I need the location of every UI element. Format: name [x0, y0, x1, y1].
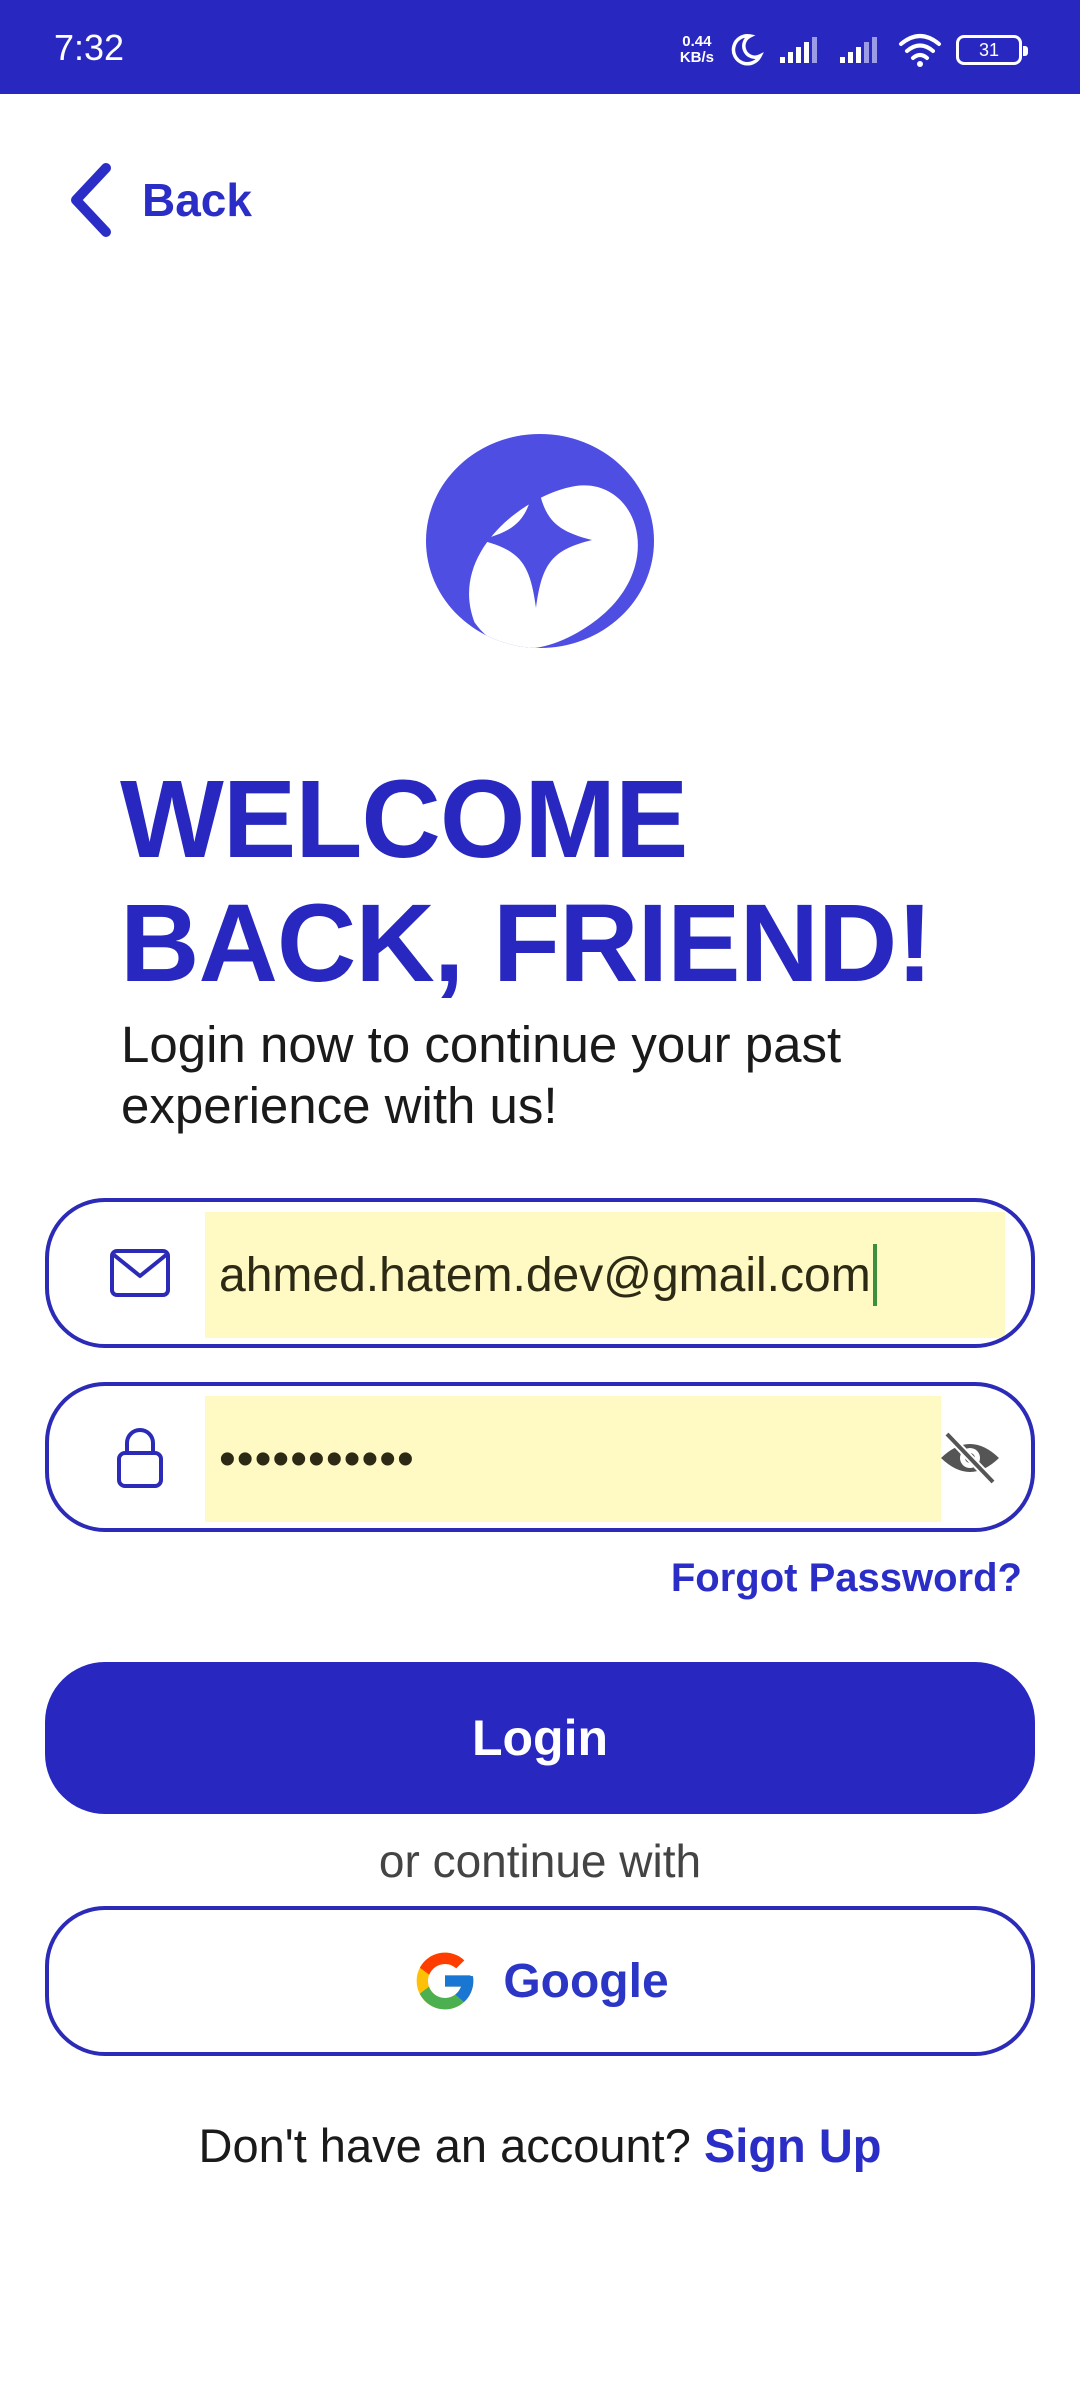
wifi-icon: [899, 34, 941, 67]
password-input[interactable]: •••••••••••: [205, 1396, 941, 1522]
battery-level: 31: [978, 39, 1000, 60]
status-bar: 7:32 0.44 KB/s 31: [0, 0, 1080, 94]
moon-icon: [731, 34, 764, 66]
status-time: 7:32: [54, 27, 125, 68]
signup-row: Don't have an account? Sign Up: [0, 2118, 1080, 2173]
back-label: Back: [142, 174, 252, 226]
page-subtitle: Login now to continue your past experien…: [121, 1016, 842, 1134]
google-g-icon: [416, 1952, 474, 2010]
network-speed: 0.44 KB/s: [680, 34, 714, 66]
battery-icon: 31: [956, 35, 1028, 65]
signup-prompt: Don't have an account?: [198, 2119, 704, 2172]
forgot-password-link[interactable]: Forgot Password?: [671, 1556, 1022, 1601]
page-title-line2: BACK, FRIEND!: [120, 882, 933, 1005]
chevron-left-icon: [71, 163, 111, 237]
login-button[interactable]: Login: [45, 1662, 1035, 1814]
social-divider-text: or continue with: [378, 1835, 702, 1887]
google-login-button[interactable]: Google: [45, 1906, 1035, 2056]
network-speed-unit: KB/s: [679, 49, 714, 66]
network-speed-value: 0.44: [682, 33, 712, 50]
eye-off-icon[interactable]: [937, 1430, 1003, 1486]
password-field[interactable]: •••••••••••: [45, 1382, 1035, 1532]
app-logo: [426, 434, 654, 648]
page-title: WELCOME BACK, FRIEND!: [120, 758, 1020, 1006]
password-value: •••••••••••: [219, 1432, 415, 1486]
email-value: ahmed.hatem.dev@gmail.com: [219, 1248, 871, 1302]
signal-icon-2: [840, 37, 877, 63]
signup-link[interactable]: Sign Up: [704, 2119, 882, 2172]
google-label: Google: [503, 1954, 669, 2008]
envelope-icon: [109, 1242, 171, 1304]
lock-icon: [109, 1426, 171, 1488]
status-icons: 0.44 KB/s 31: [680, 30, 1028, 70]
text-caret: [872, 1244, 877, 1306]
email-input[interactable]: ahmed.hatem.dev@gmail.com: [205, 1212, 1005, 1338]
signal-icon: [780, 37, 817, 63]
back-button[interactable]: Back: [66, 160, 252, 240]
page-title-line1: WELCOME: [120, 758, 688, 881]
email-field[interactable]: ahmed.hatem.dev@gmail.com: [45, 1198, 1035, 1348]
